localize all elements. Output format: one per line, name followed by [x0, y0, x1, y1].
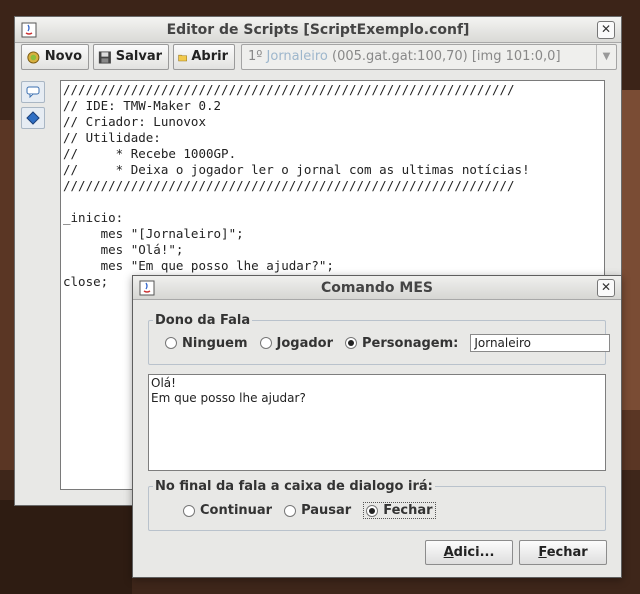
code-line: // * Deixa o jogador ler o jornal com as… — [63, 162, 530, 177]
close-icon[interactable]: ✕ — [597, 21, 615, 39]
save-button[interactable]: Salvar — [93, 44, 169, 70]
code-line: ////////////////////////////////////////… — [63, 82, 515, 97]
add-button-label: dici... — [453, 545, 495, 560]
radio-jogador[interactable]: Jogador — [259, 335, 334, 351]
code-line: ////////////////////////////////////////… — [63, 178, 515, 193]
code-line: mes "Olá!"; — [63, 242, 184, 257]
radio-continuar-label: Continuar — [200, 503, 273, 518]
npc-selector-combo[interactable]: 1º Jornaleiro (005.gat.gat:100,70) [img … — [241, 44, 617, 70]
add-button[interactable]: Adici... — [425, 540, 513, 565]
comando-mes-dialog: Comando MES ✕ Dono da Fala Ninguem Jogad… — [132, 275, 622, 578]
radio-fechar[interactable]: Fechar — [363, 502, 436, 519]
radio-indicator[interactable] — [259, 337, 272, 349]
chevron-down-icon[interactable]: ▼ — [596, 45, 616, 69]
radio-pausar[interactable]: Pausar — [284, 503, 351, 518]
close-button-mnemonic: F — [538, 545, 547, 560]
editor-window-title: Editor de Scripts [ScriptExemplo.conf] — [166, 22, 470, 38]
new-button[interactable]: Novo — [21, 44, 89, 70]
speech-bubble-tool-button[interactable] — [21, 81, 45, 103]
close-dialog-button[interactable]: Fechar — [519, 540, 607, 565]
editor-titlebar[interactable]: Editor de Scripts [ScriptExemplo.conf] ✕ — [15, 17, 621, 43]
npc-selector-suffix: (005.gat.gat:100,70) [img 101:0,0] — [327, 49, 561, 64]
speech-text-area[interactable]: Olá! Em que posso lhe ajudar? — [148, 374, 606, 471]
new-file-icon — [27, 50, 40, 64]
diamond-tool-button[interactable] — [21, 107, 45, 129]
radio-indicator[interactable] — [183, 504, 195, 517]
code-line: // Utilidade: — [63, 130, 161, 145]
owner-group-legend: Dono da Fala — [155, 313, 251, 328]
close-icon[interactable]: ✕ — [597, 279, 615, 297]
speech-line: Olá! — [151, 376, 176, 390]
radio-personagem[interactable]: Personagem: — [345, 336, 458, 351]
radio-ninguem-label: Ninguem — [182, 335, 248, 351]
new-button-label: Novo — [44, 49, 82, 64]
radio-indicator-selected[interactable] — [345, 337, 358, 349]
side-toolbox — [21, 81, 47, 133]
floppy-disk-icon — [98, 50, 111, 64]
character-name-input[interactable] — [470, 334, 611, 352]
radio-continuar[interactable]: Continuar — [183, 503, 272, 518]
code-line: // * Recebe 1000GP. — [63, 146, 237, 161]
folder-icon — [178, 54, 188, 61]
speech-line: Em que posso lhe ajudar? — [151, 391, 306, 405]
end-action-legend: No final da fala a caixa de dialogo irá: — [155, 479, 433, 494]
radio-jogador-label: Jogador — [276, 335, 334, 351]
code-line: mes "Em que posso lhe ajudar?"; — [63, 258, 334, 273]
code-line: mes "[Jornaleiro]"; — [63, 226, 244, 241]
diamond-icon — [26, 111, 40, 125]
radio-ninguem[interactable]: Ninguem — [165, 336, 248, 351]
radio-indicator[interactable] — [284, 504, 297, 517]
code-line: _inicio: — [63, 210, 124, 225]
radio-indicator[interactable] — [165, 337, 177, 349]
speech-bubble-icon — [26, 86, 40, 98]
add-button-mnemonic: A — [443, 545, 454, 560]
radio-pausar-label: Pausar — [301, 503, 352, 518]
open-button-label: Abrir — [191, 49, 228, 64]
npc-selector-name: Jornaleiro — [266, 49, 328, 64]
save-button-label: Salvar — [115, 49, 162, 64]
editor-toolbar: Novo Salvar Abrir 1º Jornaleiro (005.gat… — [21, 44, 617, 72]
end-options-row: Continuar Pausar Fechar — [183, 502, 436, 519]
dialog-title: Comando MES — [321, 280, 433, 296]
radio-fechar-label: Fechar — [383, 503, 433, 518]
radio-personagem-label: Personagem: — [362, 335, 459, 351]
npc-selector-prefix: 1º — [248, 49, 267, 64]
dialog-titlebar[interactable]: Comando MES ✕ — [133, 276, 621, 300]
open-button[interactable]: Abrir — [173, 44, 235, 70]
code-line: // Criador: Lunovox — [63, 114, 206, 129]
close-button-label: echar — [546, 545, 588, 560]
code-line: // IDE: TMW-Maker 0.2 — [63, 98, 222, 113]
owner-options-row: Ninguem Jogador Personagem: — [165, 334, 611, 352]
radio-indicator-selected[interactable] — [366, 504, 379, 517]
